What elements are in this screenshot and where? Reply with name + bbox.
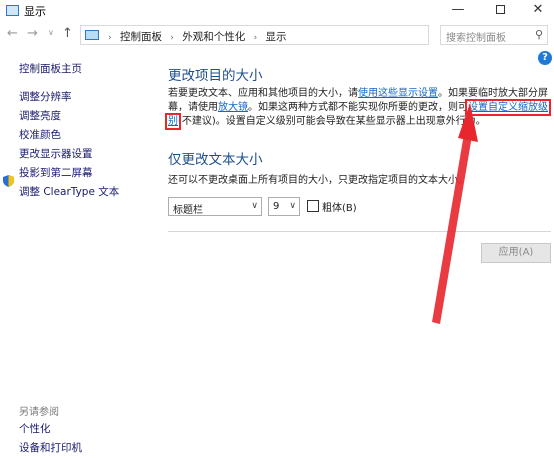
up-button[interactable]: ↑	[62, 26, 73, 41]
see-also-heading: 另请参阅	[19, 407, 59, 418]
maximize-button[interactable]	[482, 0, 518, 22]
title-bar: 显示 — ✕	[0, 0, 554, 22]
breadcrumb: › 控制面板 › 外观和个性化 › 显示	[103, 29, 287, 44]
maximize-icon	[495, 5, 505, 14]
divider	[168, 231, 551, 232]
sidebar-item-home[interactable]: 控制面板主页	[19, 61, 82, 76]
close-button[interactable]: ✕	[520, 0, 554, 22]
bold-checkbox-label[interactable]: 粗体(B)	[322, 199, 357, 214]
back-button[interactable]: ←	[7, 26, 18, 41]
navigation-bar: ← → ∨ ↑ › 控制面板 › 外观和个性化 › 显示 ∨ ↻ 搜索控制面板 …	[0, 23, 554, 49]
display-window-icon	[6, 5, 19, 16]
chevron-down-icon: ∨	[289, 201, 296, 211]
forward-button[interactable]: →	[27, 26, 38, 41]
description-text: 若要更改文本、应用和其他项目的大小，请	[168, 88, 358, 99]
breadcrumb-appearance[interactable]: 外观和个性化	[182, 31, 245, 43]
window-title: 显示	[24, 5, 46, 18]
breadcrumb-control-panel[interactable]: 控制面板	[120, 31, 162, 43]
main-content: 更改项目的大小 若要更改文本、应用和其他项目的大小，请使用这些显示设置。如果要临…	[165, 49, 552, 458]
chevron-down-icon: ∨	[251, 201, 258, 211]
sidebar: 控制面板主页 调整分辨率 调整亮度 校准颜色 更改显示器设置 投影到第二屏幕 调…	[0, 49, 150, 458]
see-also-personalization[interactable]: 个性化	[19, 421, 51, 436]
item-select-value: 标题栏	[173, 205, 203, 216]
description-text: 。如果这两种方式都不能实现你所要的更改，则可	[248, 102, 468, 113]
sidebar-item-brightness[interactable]: 调整亮度	[19, 108, 61, 123]
search-input[interactable]: 搜索控制面板 ⚲	[440, 25, 548, 45]
search-placeholder: 搜索控制面板	[446, 33, 506, 44]
sidebar-item-cleartype[interactable]: 调整 ClearType 文本	[19, 184, 119, 199]
shield-icon	[3, 175, 14, 187]
sidebar-item-display-settings[interactable]: 更改显示器设置	[19, 146, 93, 161]
sidebar-item-resolution[interactable]: 调整分辨率	[19, 89, 72, 104]
breadcrumb-separator: ›	[108, 33, 112, 43]
text-size-description: 还可以不更改桌面上所有项目的大小，只更改指定项目的文本大小。	[168, 175, 468, 186]
control-panel-icon	[85, 30, 99, 40]
see-also-devices-printers[interactable]: 设备和打印机	[19, 440, 82, 455]
magnifier-link[interactable]: 放大镜	[218, 102, 248, 113]
address-bar[interactable]: › 控制面板 › 外观和个性化 › 显示 ∨ ↻	[80, 25, 503, 45]
search-icon[interactable]: ⚲	[535, 28, 543, 41]
bold-checkbox[interactable]	[307, 200, 319, 212]
display-settings-link[interactable]: 使用这些显示设置	[358, 88, 438, 99]
font-size-select[interactable]: 9 ∨	[268, 197, 300, 216]
description-text: (不建议)。设置自定义级别可能会导致在某些显示器上出现意外行为。	[178, 116, 486, 127]
recent-locations-dropdown[interactable]: ∨	[48, 28, 54, 37]
breadcrumb-separator: ›	[253, 33, 258, 43]
section-title-item-size: 更改项目的大小	[168, 68, 263, 84]
minimize-button[interactable]: —	[440, 0, 476, 22]
breadcrumb-separator: ›	[170, 33, 174, 43]
sidebar-item-project[interactable]: 投影到第二屏幕	[19, 165, 93, 180]
section-title-text-size: 仅更改文本大小	[168, 152, 263, 168]
font-size-value: 9	[273, 201, 280, 212]
breadcrumb-display[interactable]: 显示	[266, 31, 287, 43]
apply-button[interactable]: 应用(A)	[481, 243, 551, 263]
item-select[interactable]: 标题栏 ∨	[168, 197, 262, 216]
item-size-description: 若要更改文本、应用和其他项目的大小，请使用这些显示设置。如果要临时放大部分屏幕，…	[165, 87, 551, 130]
sidebar-item-calibrate-color[interactable]: 校准颜色	[19, 127, 61, 142]
